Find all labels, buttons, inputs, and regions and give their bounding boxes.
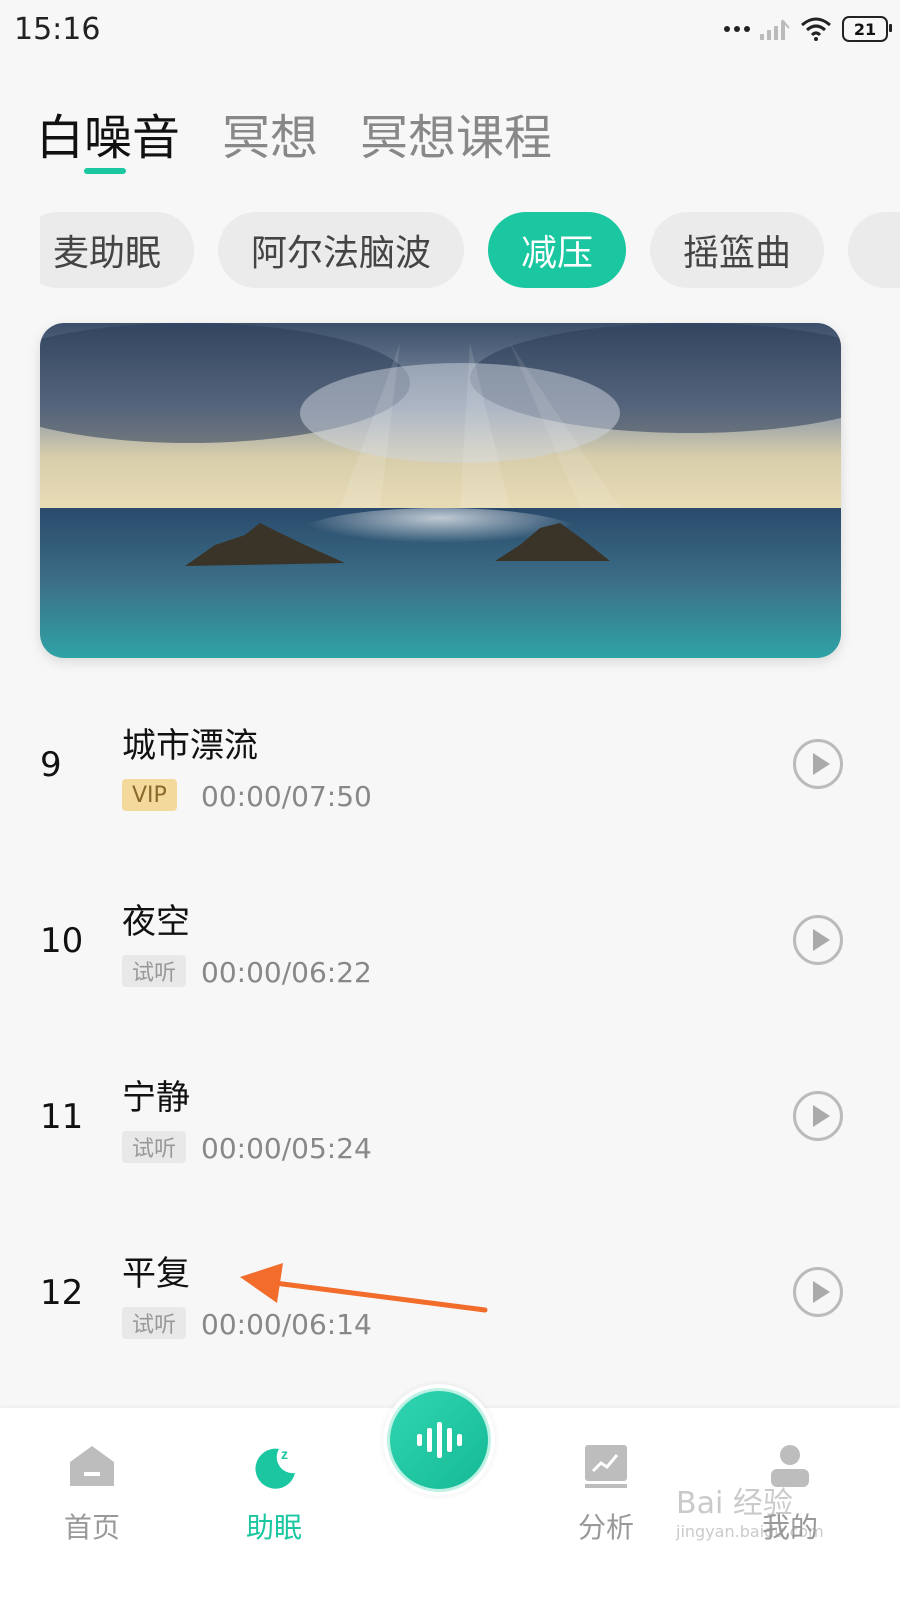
signal-icon xyxy=(760,18,790,40)
track-number: 11 xyxy=(40,1097,84,1137)
play-button[interactable] xyxy=(793,1091,843,1141)
tab-meditation-course[interactable]: 冥想课程 xyxy=(360,98,552,168)
soundwave-icon xyxy=(387,1388,491,1492)
trial-badge: 试听 xyxy=(122,955,187,987)
play-button[interactable] xyxy=(793,915,843,965)
track-time: 00:00/06:22 xyxy=(201,956,372,989)
nav-home-label: 首页 xyxy=(63,1511,120,1544)
nav-analysis[interactable]: 分析 xyxy=(546,1438,666,1546)
pill-sleep-aid[interactable]: 麦助眠 xyxy=(40,212,195,288)
watermark-main: Bai 经验 xyxy=(676,1486,793,1521)
nav-home[interactable]: 首页 xyxy=(32,1438,152,1546)
play-button[interactable] xyxy=(793,739,843,789)
pill-alpha-waves[interactable]: 阿尔法脑波 xyxy=(218,212,465,288)
watermark: Bai 经验 jingyan.baidu.com xyxy=(676,1478,824,1541)
center-play-button[interactable] xyxy=(383,1384,495,1496)
track-title: 宁静 xyxy=(122,1078,190,1118)
trial-badge: 试听 xyxy=(122,1307,187,1339)
track-number: 10 xyxy=(40,921,84,961)
battery-level: 21 xyxy=(853,19,877,39)
wifi-icon xyxy=(800,17,832,41)
track-title: 夜空 xyxy=(122,902,190,942)
track-title: 平复 xyxy=(122,1254,190,1294)
banner-image[interactable] xyxy=(40,323,841,658)
play-button[interactable] xyxy=(793,1267,843,1317)
track-row[interactable]: 11 宁静 试听 00:00/05:24 xyxy=(0,1052,900,1192)
svg-text:z: z xyxy=(281,1446,288,1462)
top-tabs: 白噪音 冥想 冥想课程 xyxy=(36,98,552,168)
vip-badge: VIP xyxy=(122,779,177,811)
chart-icon xyxy=(578,1438,634,1494)
tab-white-noise[interactable]: 白噪音 xyxy=(36,98,180,168)
watermark-sub: jingyan.baidu.com xyxy=(676,1522,824,1541)
status-bar: 15:16 21 xyxy=(0,0,900,60)
nav-analysis-label: 分析 xyxy=(577,1511,634,1544)
trial-badge: 试听 xyxy=(122,1131,187,1163)
track-row[interactable]: 9 城市漂流 VIP 00:00/07:50 xyxy=(0,700,900,840)
bottom-nav: 首页 z 助眠 分析 我的 Bai 经验 jingyan.baidu.com xyxy=(0,1384,900,1600)
nav-sleep[interactable]: z 助眠 xyxy=(214,1438,334,1546)
status-time: 15:16 xyxy=(14,12,101,47)
home-icon xyxy=(64,1438,120,1494)
tab-meditation[interactable]: 冥想 xyxy=(222,98,318,168)
nav-sleep-label: 助眠 xyxy=(245,1511,302,1544)
pill-stress-relief[interactable]: 减压 xyxy=(488,212,627,288)
track-number: 9 xyxy=(40,745,62,785)
track-time: 00:00/07:50 xyxy=(201,780,372,813)
pill-lullaby[interactable]: 摇篮曲 xyxy=(650,212,825,288)
track-time: 00:00/05:24 xyxy=(201,1132,372,1165)
battery-icon: 21 xyxy=(842,16,892,42)
more-dots-icon xyxy=(724,26,750,32)
annotation-arrow-icon xyxy=(240,1263,488,1313)
track-number: 12 xyxy=(40,1273,84,1313)
active-tab-indicator xyxy=(84,168,126,174)
status-icons: 21 xyxy=(724,16,892,42)
category-pills: 麦助眠 阿尔法脑波 减压 摇篮曲 xyxy=(40,212,900,290)
moon-icon: z xyxy=(246,1438,302,1494)
pill-next[interactable] xyxy=(848,212,900,288)
track-row[interactable]: 10 夜空 试听 00:00/06:22 xyxy=(0,876,900,1016)
track-title: 城市漂流 xyxy=(122,726,258,766)
